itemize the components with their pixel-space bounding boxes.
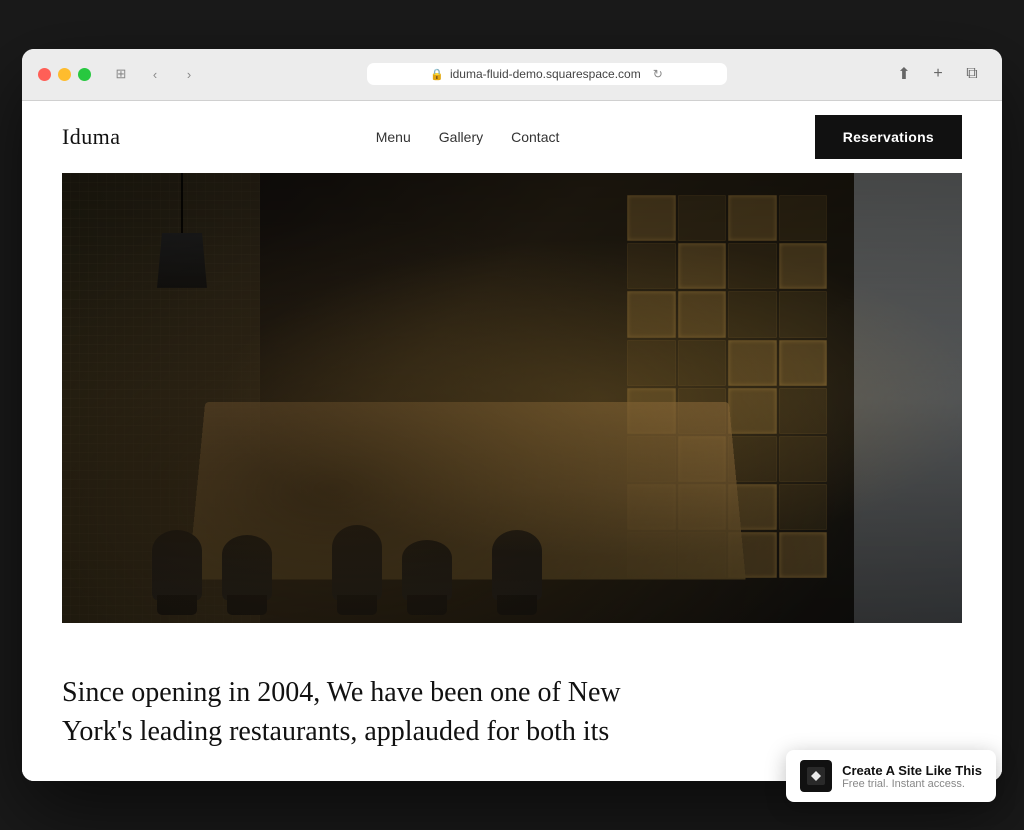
intro-paragraph: Since opening in 2004, We have been one …: [62, 673, 662, 751]
squarespace-text: Create A Site Like This Free trial. Inst…: [842, 763, 982, 790]
nav-contact[interactable]: Contact: [511, 129, 559, 145]
browser-actions: ⬆ + ⧉: [890, 63, 986, 85]
browser-chrome: ⊞ ‹ › 🔒 iduma-fluid-demo.squarespace.com…: [22, 49, 1002, 101]
traffic-lights: [38, 68, 91, 81]
nav-menu[interactable]: Menu: [376, 129, 411, 145]
site-logo[interactable]: Iduma: [62, 124, 120, 150]
reload-icon[interactable]: ↻: [653, 67, 663, 81]
reservations-button[interactable]: Reservations: [815, 115, 962, 159]
minimize-button[interactable]: [58, 68, 71, 81]
hero-image: [62, 173, 962, 623]
hero-overlay: [62, 173, 962, 623]
badge-subtitle: Free trial. Instant access.: [842, 778, 982, 790]
website-content: Iduma Menu Gallery Contact Reservations: [22, 101, 1002, 781]
new-tab-button[interactable]: +: [924, 63, 952, 85]
nav-gallery[interactable]: Gallery: [439, 129, 483, 145]
back-button[interactable]: ‹: [141, 63, 169, 85]
squarespace-badge[interactable]: Create A Site Like This Free trial. Inst…: [786, 750, 996, 802]
maximize-button[interactable]: [78, 68, 91, 81]
url-pill[interactable]: 🔒 iduma-fluid-demo.squarespace.com ↻: [367, 63, 727, 85]
url-text: iduma-fluid-demo.squarespace.com: [450, 67, 641, 81]
address-bar: 🔒 iduma-fluid-demo.squarespace.com ↻: [215, 63, 878, 85]
nav-links: Menu Gallery Contact: [376, 129, 560, 145]
squarespace-logo: [800, 760, 832, 792]
share-button[interactable]: ⬆: [890, 63, 918, 85]
intro-line-2: York's leading restaurants, applauded fo…: [62, 716, 609, 747]
browser-view-btn[interactable]: ⊞: [107, 63, 135, 85]
navigation: Iduma Menu Gallery Contact Reservations: [22, 101, 1002, 173]
tab-overview-button[interactable]: ⧉: [958, 63, 986, 85]
browser-window: ⊞ ‹ › 🔒 iduma-fluid-demo.squarespace.com…: [22, 49, 1002, 781]
lock-icon: 🔒: [430, 68, 444, 81]
close-button[interactable]: [38, 68, 51, 81]
intro-line-1: Since opening in 2004, We have been one …: [62, 677, 621, 708]
badge-title: Create A Site Like This: [842, 763, 982, 778]
restaurant-photo: [62, 173, 962, 623]
browser-controls: ⊞ ‹ ›: [107, 63, 203, 85]
forward-button[interactable]: ›: [175, 63, 203, 85]
